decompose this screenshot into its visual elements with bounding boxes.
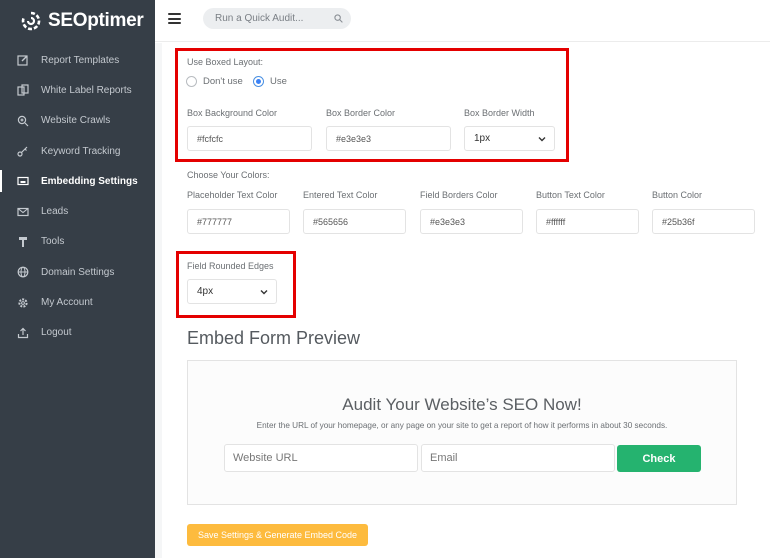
website-url-input[interactable]: Website URL bbox=[224, 444, 418, 472]
sidebar-item-white-label-reports[interactable]: White Label Reports bbox=[0, 75, 155, 105]
sidebar-nav: Report Templates White Label Reports Web… bbox=[0, 45, 155, 348]
radio-circle[interactable] bbox=[186, 76, 197, 87]
sidebar-item-my-account[interactable]: My Account bbox=[0, 287, 155, 317]
preview-subtitle: Enter the URL of your homepage, or any p… bbox=[256, 421, 668, 430]
box-border-color-label: Box Border Color bbox=[326, 108, 396, 118]
button-text-color-input[interactable]: #ffffff bbox=[536, 209, 639, 234]
sidebar-item-tools[interactable]: Tools bbox=[0, 227, 155, 257]
logo-gear-icon bbox=[21, 11, 41, 31]
content-gutter bbox=[155, 43, 162, 558]
radio-circle-checked[interactable] bbox=[253, 76, 264, 87]
entered-text-color-input[interactable]: #565656 bbox=[303, 209, 406, 234]
radio-use[interactable]: Use bbox=[253, 76, 287, 87]
sidebar-item-report-templates[interactable]: Report Templates bbox=[0, 45, 155, 75]
chevron-down-icon bbox=[260, 289, 268, 294]
box-border-color-input[interactable]: #e3e3e3 bbox=[326, 126, 451, 151]
key-icon bbox=[16, 144, 30, 158]
embed-preview-heading: Embed Form Preview bbox=[187, 328, 361, 348]
zoom-in-icon bbox=[16, 114, 30, 128]
rounded-edges-label: Field Rounded Edges bbox=[187, 261, 274, 271]
quick-audit-search[interactable]: Run a Quick Audit... bbox=[203, 8, 351, 29]
radio-dont-use[interactable]: Don't use bbox=[186, 76, 243, 87]
boxed-layout-label: Use Boxed Layout: bbox=[187, 57, 264, 67]
email-input[interactable]: Email bbox=[421, 444, 615, 472]
menu-toggle-icon[interactable] bbox=[168, 13, 181, 24]
choose-colors-label: Choose Your Colors: bbox=[187, 170, 270, 180]
rounded-edges-select[interactable]: 4px bbox=[187, 279, 277, 304]
gear-icon bbox=[16, 296, 30, 310]
upload-icon bbox=[16, 326, 30, 340]
globe-icon bbox=[16, 265, 30, 279]
placeholder-color-label: Placeholder Text Color bbox=[187, 190, 278, 200]
box-bg-color-input[interactable]: #fcfcfc bbox=[187, 126, 312, 151]
sidebar-item-embedding-settings[interactable]: Embedding Settings bbox=[0, 166, 155, 196]
placeholder-color-input[interactable]: #777777 bbox=[187, 209, 290, 234]
envelope-icon bbox=[16, 205, 30, 219]
embed-icon bbox=[16, 174, 30, 188]
hammer-icon bbox=[16, 235, 30, 249]
sidebar-item-leads[interactable]: Leads bbox=[0, 196, 155, 226]
preview-title: Audit Your Website’s SEO Now! bbox=[342, 395, 582, 414]
entered-text-color-label: Entered Text Color bbox=[303, 190, 378, 200]
documents-icon bbox=[16, 83, 30, 97]
box-border-width-label: Box Border Width bbox=[464, 108, 535, 118]
brand-name: SEOptimer bbox=[48, 10, 144, 31]
top-bar: Run a Quick Audit... bbox=[155, 0, 770, 42]
box-bg-color-label: Box Background Color bbox=[187, 108, 278, 118]
button-text-color-label: Button Text Color bbox=[536, 190, 605, 200]
button-color-label: Button Color bbox=[652, 190, 703, 200]
sidebar-item-keyword-tracking[interactable]: Keyword Tracking bbox=[0, 136, 155, 166]
button-color-input[interactable]: #25b36f bbox=[652, 209, 755, 234]
box-border-width-select[interactable]: 1px bbox=[464, 126, 555, 151]
save-settings-button[interactable]: Save Settings & Generate Embed Code bbox=[187, 524, 368, 546]
field-borders-color-label: Field Borders Color bbox=[420, 190, 498, 200]
brand-logo[interactable]: SEOptimer bbox=[0, 0, 155, 42]
sidebar: SEOptimer Report Templates White Label R… bbox=[0, 0, 155, 558]
sidebar-item-website-crawls[interactable]: Website Crawls bbox=[0, 106, 155, 136]
edit-icon bbox=[16, 53, 30, 67]
embed-form-preview: Audit Your Website’s SEO Now! Enter the … bbox=[187, 360, 737, 505]
chevron-down-icon bbox=[538, 136, 546, 141]
embedding-settings-content: Use Boxed Layout: Don't use Use Box Back… bbox=[162, 43, 770, 558]
quick-audit-input[interactable]: Run a Quick Audit... bbox=[215, 13, 334, 24]
sidebar-item-logout[interactable]: Logout bbox=[0, 318, 155, 348]
field-borders-color-input[interactable]: #e3e3e3 bbox=[420, 209, 523, 234]
search-icon[interactable] bbox=[334, 14, 343, 23]
check-button[interactable]: Check bbox=[617, 445, 701, 472]
sidebar-item-domain-settings[interactable]: Domain Settings bbox=[0, 257, 155, 287]
